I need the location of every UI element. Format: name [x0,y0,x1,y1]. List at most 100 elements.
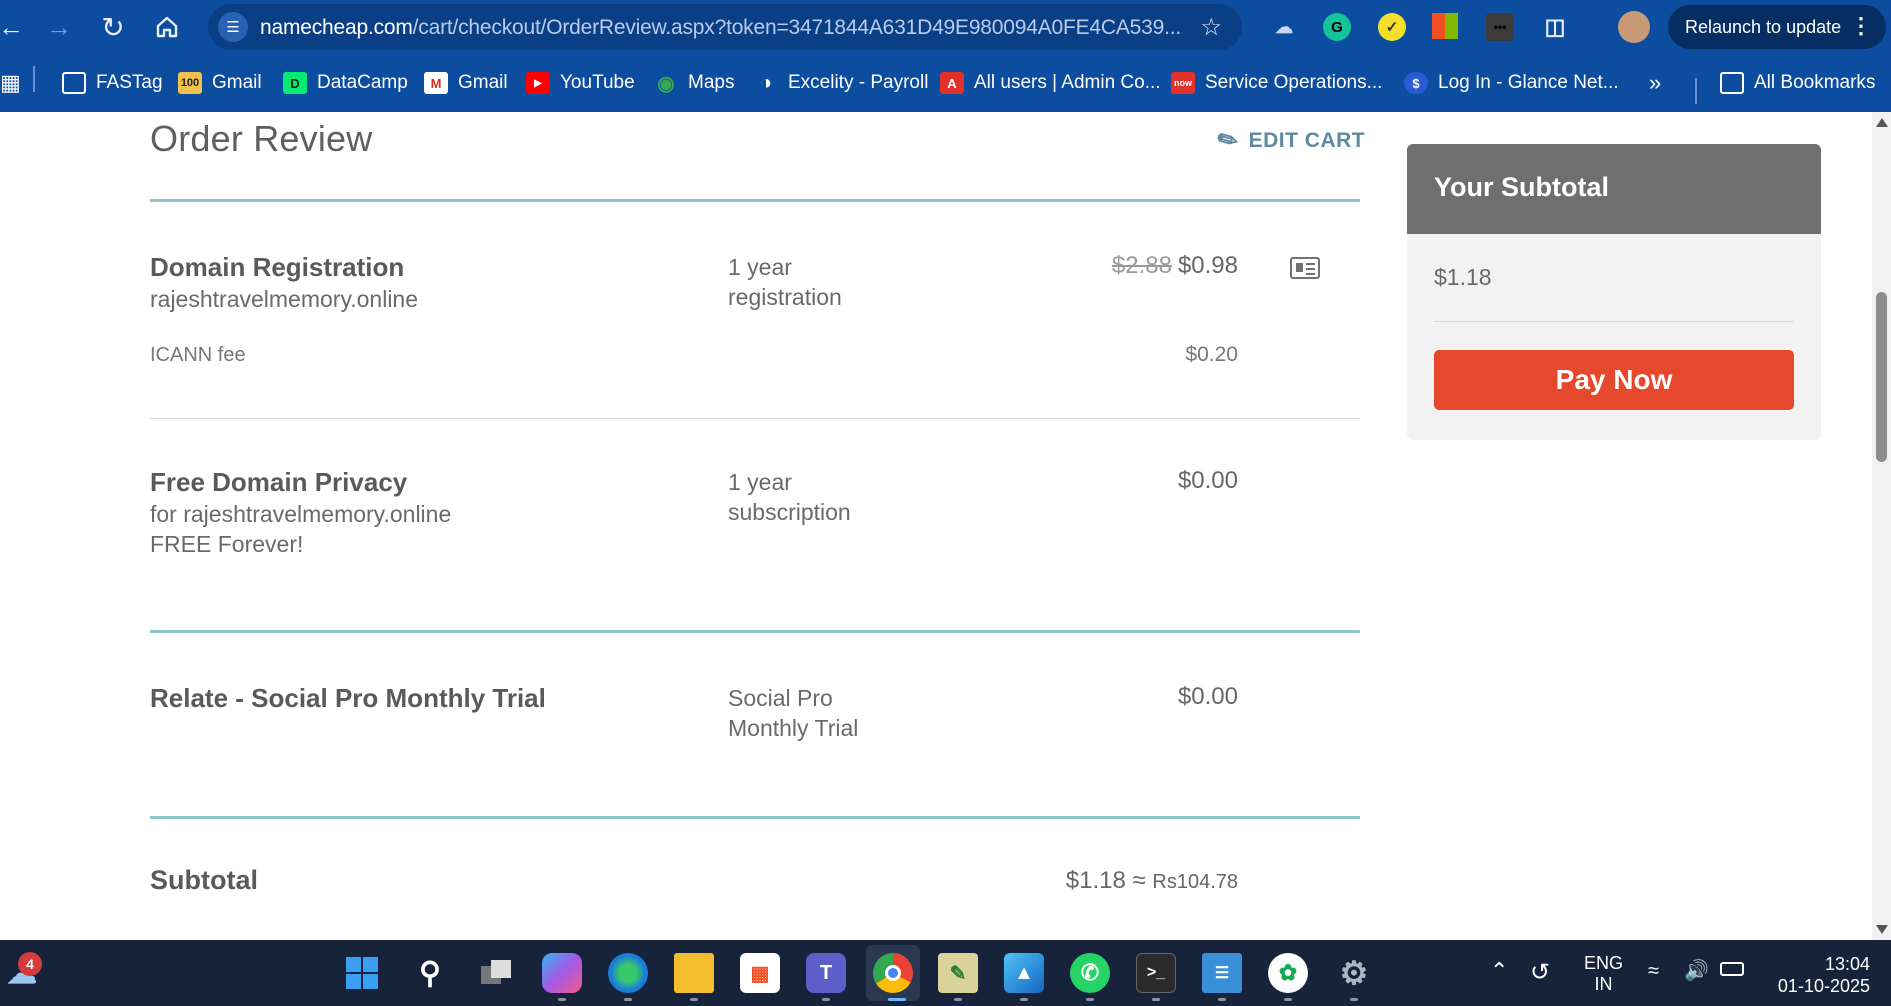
sync-icon[interactable]: ↺ [1530,958,1550,987]
notification-badge: 4 [18,952,42,976]
bookmark-star-icon[interactable]: ☆ [1200,13,1222,42]
grammarly-icon[interactable]: G [1323,13,1351,41]
section-divider [150,199,1360,202]
item-term: Social Pro Monthly Trial [728,685,859,741]
bookmark-admin[interactable]: A All users | Admin Co... [940,68,1161,98]
running-indicator [1152,998,1160,1001]
terminal-icon[interactable]: >_ [1136,953,1176,993]
language-indicator[interactable]: ENG IN [1584,953,1623,995]
search-icon[interactable]: ⚲ [410,953,450,993]
settings-gear-icon[interactable]: ⚙ [1334,953,1374,993]
bookmark-datacamp[interactable]: D DataCamp [283,68,408,98]
servicenow-icon: now [1171,72,1195,94]
datacamp-icon: D [283,72,307,94]
section-divider [150,816,1360,819]
show-hidden-icons-chevron-icon[interactable]: ⌃ [1490,958,1508,984]
page-scrollbar[interactable] [1872,112,1891,940]
folder-icon [1720,72,1744,94]
bookmark-youtube[interactable]: ▶ YouTube [526,68,635,98]
more-bookmarks-icon[interactable]: » [1649,68,1661,98]
site-info-icon[interactable]: ☰ [218,12,248,42]
active-indicator [888,998,906,1001]
address-bar[interactable]: ☰ namecheap.com/cart/checkout/OrderRevie… [208,4,1242,50]
scrollbar-thumb[interactable] [1876,292,1887,462]
section-divider [150,630,1360,633]
running-indicator [1350,998,1358,1001]
file-explorer-icon[interactable] [674,953,714,993]
copilot-icon[interactable] [542,953,582,993]
notepad-plus-icon[interactable]: ✎ [938,953,978,993]
reload-icon[interactable]: ↻ [96,10,130,44]
edge-icon[interactable] [608,953,648,993]
gmail-icon: M [424,72,448,94]
teams-icon[interactable]: T [806,953,846,993]
bookmark-fastag[interactable]: FASTag [62,68,163,98]
bookmark-excelity[interactable]: ◑ Excelity - Payroll [754,68,928,98]
admin-icon: A [940,72,964,94]
task-view-icon[interactable] [476,953,516,993]
home-icon[interactable] [150,10,184,44]
panel-divider [1434,321,1794,322]
order-review-page: Order Review ✎ EDIT CART Domain Registra… [0,112,1872,940]
bookmark-gmail-2[interactable]: M Gmail [424,68,508,98]
bookmark-service-operations[interactable]: now Service Operations... [1171,68,1382,98]
notepad-icon[interactable]: ☰ [1202,953,1242,993]
item-detail: for rajeshtravelmemory.online FREE Forev… [150,501,452,557]
photos-icon[interactable]: ▲ [1004,953,1044,993]
whois-card-icon[interactable] [1290,257,1320,279]
fee-label: ICANN fee [150,344,246,366]
fee-price: $0.20 [1185,343,1238,366]
folder-icon [62,72,86,94]
scroll-up-icon[interactable] [1876,118,1888,127]
scroll-down-icon[interactable] [1876,925,1888,934]
clock-extension-icon[interactable]: ✓ [1378,13,1406,41]
running-indicator [1086,998,1094,1001]
original-price: $2.88 [1111,252,1172,279]
bookmark-all-bookmarks[interactable]: All Bookmarks [1720,68,1875,98]
profile-avatar[interactable] [1618,11,1650,43]
microsoft-store-icon[interactable]: ▦ [740,953,780,993]
back-icon[interactable]: ← [0,10,28,44]
url-text[interactable]: namecheap.com/cart/checkout/OrderReview.… [260,16,1181,40]
bookmark-maps[interactable]: ◉ Maps [654,68,734,98]
item-price: $0.00 [1177,683,1238,710]
clock[interactable]: 13:04 01-10-2025 [1770,953,1870,997]
menu-dots-icon[interactable]: ⋮ [1850,13,1872,39]
globe-icon: ◑ [759,71,773,94]
extensions-puzzle-icon[interactable]: ◫ [1541,13,1569,41]
battery-icon[interactable] [1720,962,1744,976]
apps-grid-icon[interactable]: ▦ [0,68,21,98]
running-indicator [624,998,632,1001]
pay-now-button[interactable]: Pay Now [1434,350,1794,410]
bookmarks-bar: ▦ FASTag 100 Gmail D DataCamp M Gmail ▶ YouT… [0,54,1891,112]
microsoft-icon[interactable] [1432,13,1458,39]
bookmark-gmail-1[interactable]: 100 Gmail [178,68,262,98]
page-title: Order Review [150,118,373,159]
running-indicator [1218,998,1226,1001]
mongodb-icon[interactable]: ✿ [1268,953,1308,993]
forward-icon[interactable]: → [42,10,76,44]
gmail-icon: 100 [178,72,202,94]
running-indicator [822,998,830,1001]
item-name: Relate - Social Pro Monthly Trial [150,683,546,713]
more-extension-icon[interactable]: ••• [1486,13,1514,41]
pencil-icon: ✎ [1212,123,1244,158]
item-name: Free Domain Privacy [150,467,408,497]
edit-cart-link[interactable]: ✎ EDIT CART [1213,124,1365,158]
subtotal-panel: Your Subtotal $1.18 Pay Now [1407,144,1821,440]
relaunch-button[interactable]: Relaunch to update ⋮ [1668,5,1886,49]
bookmark-glance[interactable]: $ Log In - Glance Net... [1404,68,1619,98]
chrome-icon[interactable] [873,953,913,993]
volume-icon[interactable]: 🔊 [1684,958,1709,983]
running-indicator [1284,998,1292,1001]
youtube-icon: ▶ [526,72,550,94]
subtotal-panel-amount: $1.18 [1434,264,1492,290]
extension-cloud-icon[interactable]: ☁ [1270,13,1298,41]
windows-start-icon[interactable] [342,953,382,993]
item-price: $2.88 $0.98 [1111,252,1238,279]
whatsapp-icon[interactable]: ✆ [1070,953,1110,993]
item-term: 1 year subscription [728,469,851,525]
browser-toolbar: ← → ↻ ☰ namecheap.com/cart/checkout/Orde… [0,0,1891,54]
wifi-icon[interactable]: ≈ [1648,960,1659,983]
item-term: 1 year registration [728,254,842,310]
